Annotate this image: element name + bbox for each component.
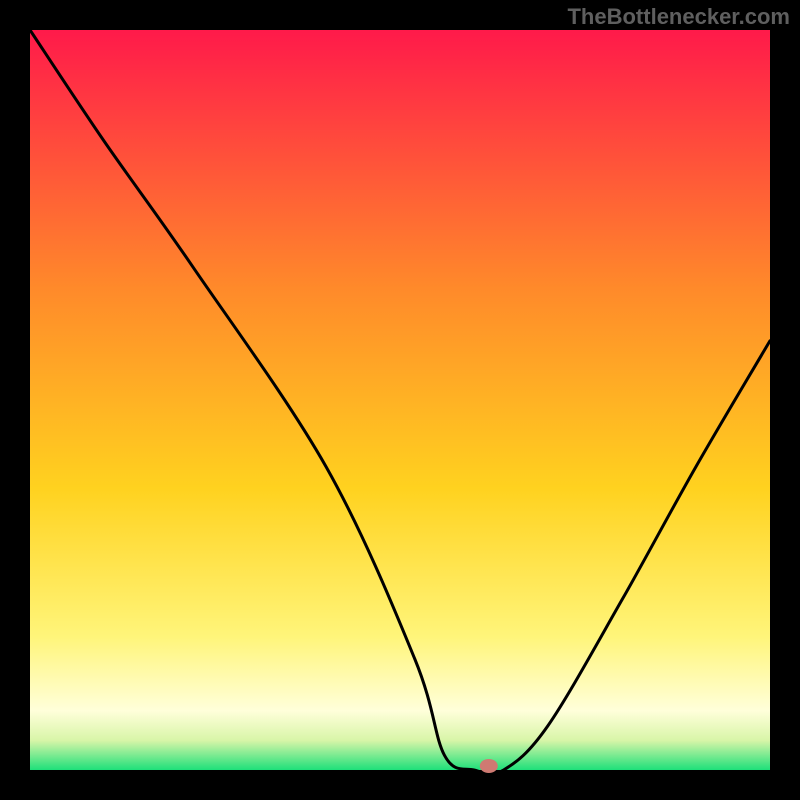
optimal-marker [480,759,498,773]
bottleneck-chart [0,0,800,800]
watermark-text: TheBottlenecker.com [567,4,790,30]
plot-area [30,30,770,770]
chart-container: TheBottlenecker.com [0,0,800,800]
